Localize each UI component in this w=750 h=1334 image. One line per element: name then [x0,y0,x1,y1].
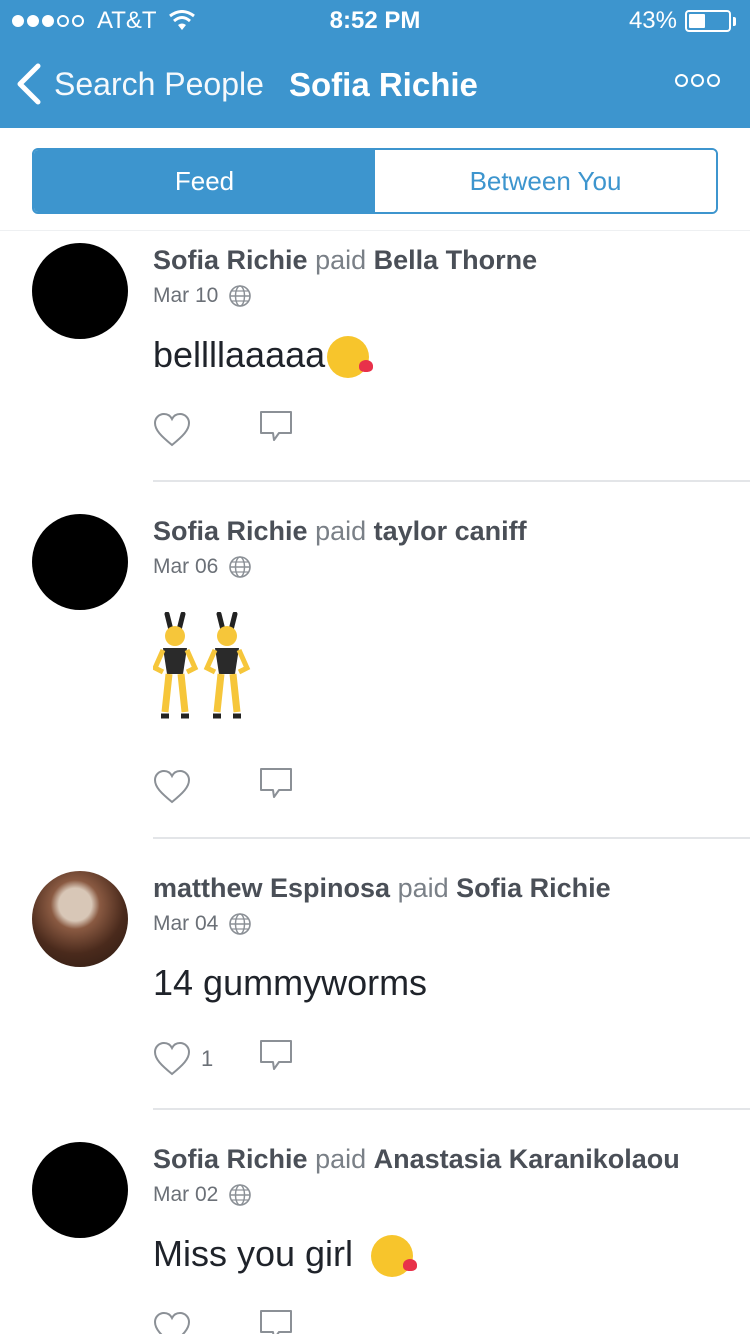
comment-bubble-icon [260,1040,292,1070]
heart-icon [153,412,191,446]
comment-button[interactable] [257,1308,295,1334]
story-actions: 1 [153,1038,295,1079]
heart-icon [153,1041,191,1075]
globe-icon [229,1184,252,1206]
like-button[interactable]: 1 [153,1041,257,1077]
chevron-left-icon [17,63,41,105]
payee-name[interactable]: Anastasia Karanikolaou [374,1144,680,1174]
page-title: Sofia Richie [289,66,478,103]
story-message: bellllaaaaa [153,334,374,379]
payee-name[interactable]: Bella Thorne [374,245,538,275]
story-date: Mar 02 [153,1183,252,1207]
story-title: matthew Espinosa paid Sofia Richie [153,873,611,903]
more-options-button[interactable] [672,74,720,87]
like-button[interactable] [153,769,257,805]
kissing-face-emoji-icon [371,1235,418,1278]
comment-button[interactable] [257,1038,295,1079]
back-label: Search People [54,65,264,102]
story-actions [153,409,295,450]
feed-segmented-control: Feed Between You [32,148,718,214]
payee-name[interactable]: taylor caniff [374,516,527,546]
kissing-face-emoji-icon [327,336,374,379]
avatar[interactable] [32,514,128,610]
avatar[interactable] [32,1142,128,1238]
story-date: Mar 10 [153,284,252,308]
story-date: Mar 04 [153,912,252,936]
story-title: Sofia Richie paid taylor caniff [153,516,527,546]
app-header: AT&T 8:52 PM 43% Search People Sofia Ric… [0,0,750,128]
story-message: Miss you girl [153,1233,418,1278]
story-title: Sofia Richie paid Bella Thorne [153,245,538,275]
heart-icon [153,1311,191,1334]
tab-between-you[interactable]: Between You [375,150,716,212]
like-count: 1 [201,1045,214,1071]
back-button[interactable]: Search People [14,62,264,106]
story-title: Sofia Richie paid Anastasia Karanikolaou [153,1144,680,1174]
story-actions [153,1308,295,1334]
battery-percent: 43% [628,7,677,34]
battery-icon [685,10,731,32]
comment-button[interactable] [257,409,295,450]
bunny-dancers-emoji-icon [153,612,251,719]
story-actions [153,766,295,807]
like-button[interactable] [153,1311,257,1334]
like-button[interactable] [153,412,257,448]
avatar[interactable] [32,243,128,339]
divider [153,480,750,482]
globe-icon [229,556,252,578]
tab-feed[interactable]: Feed [34,150,375,212]
heart-icon [153,769,191,803]
divider [153,1108,750,1110]
payer-name[interactable]: Sofia Richie [153,1144,308,1174]
story-date: Mar 06 [153,555,252,579]
status-bar: AT&T 8:52 PM 43% [0,0,750,40]
payee-name[interactable]: Sofia Richie [456,873,611,903]
story-message: 14 gummyworms [153,962,428,1003]
globe-icon [229,913,252,935]
globe-icon [229,285,252,307]
more-dot-icon [707,74,720,87]
comment-button[interactable] [257,766,295,807]
navigation-bar: Search People Sofia Richie [0,40,750,128]
payer-name[interactable]: matthew Espinosa [153,873,390,903]
comment-bubble-icon [260,768,292,798]
avatar[interactable] [32,871,128,967]
payer-name[interactable]: Sofia Richie [153,245,308,275]
divider [0,230,750,231]
payer-name[interactable]: Sofia Richie [153,516,308,546]
divider [153,837,750,839]
comment-bubble-icon [260,1310,292,1334]
comment-bubble-icon [260,411,292,441]
more-dot-icon [691,74,704,87]
more-dot-icon [675,74,688,87]
